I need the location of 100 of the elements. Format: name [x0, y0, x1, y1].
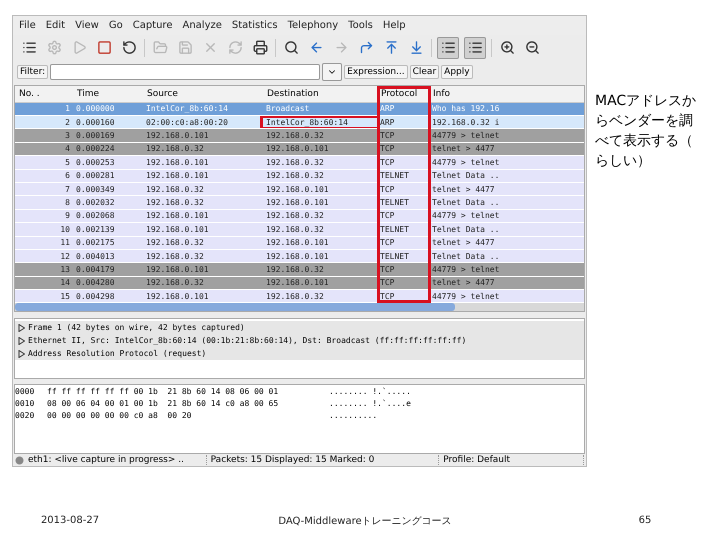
table-cell-text: 0.000349 — [75, 184, 116, 194]
menu-item[interactable]: View — [75, 20, 99, 31]
hex-offset: 0020 — [15, 411, 36, 422]
detail-text: Address Resolution Protocol (request) — [28, 349, 206, 358]
table-cell-text: 44779 > telnet — [431, 158, 500, 167]
filter-field[interactable] — [50, 64, 320, 80]
packet-row[interactable]: 14 0.004280 192.168.0.32 192.168.0.101 TCP telnet > 4477 — [15, 276, 584, 290]
page-number: 65 — [638, 515, 652, 526]
menu-item[interactable]: Tools — [348, 20, 373, 31]
detail-row[interactable]: Address Resolution Protocol (request) — [15, 347, 584, 360]
menu-item[interactable]: File — [19, 20, 36, 31]
table-cell-text: telnet > 4477 — [431, 238, 496, 248]
play-icon — [72, 40, 86, 56]
table-cell-text: TCP — [379, 278, 396, 288]
packet-row[interactable]: 7 0.000349 192.168.0.32 192.168.0.101 TCP telnet > 4477 — [15, 182, 584, 196]
table-cell-text: Telnet Data .. — [431, 224, 500, 234]
column-header[interactable]: Protocol — [377, 86, 429, 102]
table-cell-text: 0.002139 — [75, 224, 116, 234]
table-cell-text: TELNET — [379, 252, 410, 261]
menu-item[interactable]: Telephony — [288, 20, 338, 31]
table-cell-text: 0.000224 — [75, 144, 116, 154]
packet-row[interactable]: 12 0.004013 192.168.0.32 192.168.0.101 TELNET Telnet Data .. — [15, 250, 584, 264]
table-cell-text: 192.168.0.101 — [145, 292, 210, 301]
hex-bytes: 00 00 00 00 00 00 c0 a8 00 20 — [47, 411, 192, 422]
list-icon — [22, 40, 36, 56]
packet-row[interactable]: 4 0.000224 192.168.0.32 192.168.0.101 TCP telnet > 4477 — [15, 142, 584, 156]
table-cell-text: 0.004179 — [75, 265, 116, 274]
filter-button[interactable]: Clear — [410, 64, 440, 79]
menu-item[interactable]: Edit — [46, 20, 66, 31]
detail-row[interactable]: Frame 1 (42 bytes on wire, 42 bytes captured) — [15, 321, 584, 334]
list-icon — [468, 40, 482, 56]
table-cell-text: 192.168.0.32 — [145, 252, 205, 261]
table-cell-text: 192.168.0.32 i — [431, 118, 500, 127]
table-cell-text: 15 — [59, 292, 71, 301]
packet-row[interactable]: 10 0.002139 192.168.0.101 192.168.0.32 TELNET Telnet Data .. — [15, 223, 584, 237]
table-cell-text: TCP — [379, 238, 396, 248]
table-cell-text: 192.168.0.32 — [265, 265, 325, 274]
table-cell-text: 192.168.0.32 — [265, 158, 325, 167]
filter-label: Filter: — [17, 64, 48, 79]
table-cell-text: Telnet Data .. — [431, 198, 500, 208]
column-header[interactable]: Destination — [263, 86, 377, 102]
dropdown-button[interactable] — [322, 62, 342, 81]
packet-row[interactable]: 9 0.002068 192.168.0.101 192.168.0.32 TCP 44779 > telnet — [15, 210, 584, 224]
filter-button[interactable]: Expression... — [344, 64, 408, 79]
table-cell-text: 0.000281 — [75, 171, 116, 180]
table-cell-text: 0.002032 — [75, 198, 116, 208]
packet-row[interactable]: 5 0.000253 192.168.0.101 192.168.0.32 TCP 44779 > telnet — [15, 156, 584, 170]
hex-bytes: ff ff ff ff ff ff 00 1b 21 8b 60 14 08 06 00 01 — [47, 387, 280, 398]
detail-row[interactable]: Ethernet II, Src: IntelCor_8b:60:14 (00:1b:21:8b:60:14), Dst: Broadcast (ff:ff:ff:ff:ff:ff) — [15, 334, 584, 348]
stop-icon — [96, 40, 112, 56]
note-text: MACアドレスか らベンダーを調 べて表示する（ らしい） — [595, 92, 696, 171]
table-cell-text: 4 — [64, 144, 71, 154]
menu-item[interactable]: Analyze — [182, 20, 222, 31]
column-header[interactable]: No. . — [15, 86, 73, 102]
ascii-text: ........ !.`....e — [329, 399, 412, 410]
restart-icon — [122, 40, 136, 56]
column-header[interactable]: Time — [73, 86, 143, 102]
column-header[interactable]: Source — [143, 86, 263, 102]
right-arrow-icon — [334, 40, 348, 56]
table-cell-text: TCP — [379, 144, 396, 154]
packet-row[interactable]: 3 0.000169 192.168.0.101 192.168.0.32 TCP 44779 > telnet — [15, 129, 584, 143]
printer-icon — [252, 40, 268, 56]
table-cell-text: 7 — [64, 184, 71, 194]
table-cell-text: 0.004013 — [75, 252, 116, 261]
packet-row[interactable]: 11 0.002175 192.168.0.32 192.168.0.101 TCP telnet > 4477 — [15, 236, 584, 250]
filter-button[interactable]: Apply — [441, 64, 473, 79]
table-cell-text: 44779 > telnet — [431, 131, 500, 140]
table-cell-text: Broadcast — [265, 104, 310, 114]
toolbar-button[interactable] — [464, 36, 486, 59]
status-icon — [15, 456, 24, 465]
table-cell-text: TCP — [379, 211, 396, 220]
menu-item[interactable]: Help — [382, 20, 406, 31]
table-cell-text: 192.168.0.32 — [145, 238, 205, 248]
table-cell-text: 192.168.0.32 — [265, 292, 325, 301]
toolbar-button[interactable] — [437, 36, 459, 59]
packet-row[interactable]: 6 0.000281 192.168.0.101 192.168.0.32 TELNET Telnet Data .. — [15, 170, 584, 183]
menu-item[interactable]: Statistics — [232, 20, 278, 31]
table-cell-text: TELNET — [379, 198, 410, 208]
bottom-arrow-icon — [408, 40, 424, 56]
table-cell-text: 1 — [64, 104, 71, 114]
column-header[interactable]: Info — [429, 86, 584, 102]
table-cell-text: Telnet Data .. — [431, 252, 500, 261]
reload-icon — [228, 40, 242, 56]
table-cell-text: 3 — [64, 131, 71, 140]
detail-text: Ethernet II, Src: IntelCor_8b:60:14 (00:1b:21:8b:60:14), Dst: Broadcast (ff:ff:ff:ff:ff:ff) — [28, 336, 466, 346]
table-cell-text: TCP — [379, 158, 396, 167]
table-cell-text: 44779 > telnet — [431, 265, 500, 274]
scrollbar[interactable] — [15, 303, 584, 312]
packet-row[interactable]: 15 0.004298 192.168.0.101 192.168.0.32 TCP 44779 > telnet — [15, 290, 584, 304]
hex-bytes: 08 00 06 04 00 01 00 1b 21 8b 60 14 c0 a8 00 65 — [47, 399, 280, 410]
table-cell-text: telnet > 4477 — [431, 184, 496, 194]
table-cell-text: telnet > 4477 — [431, 278, 496, 288]
hex-offset: 0000 — [15, 387, 36, 398]
packet-row[interactable]: 2 0.000160 02:00:c0:a8:00:20 IntelCor_8b:60:14 ARP 192.168.0.32 i — [15, 116, 584, 130]
table-cell-text: TELNET — [379, 224, 410, 234]
menu-item[interactable]: Go — [108, 20, 123, 31]
packet-row[interactable]: 13 0.004179 192.168.0.101 192.168.0.32 TCP 44779 > telnet — [15, 263, 584, 277]
menu-item[interactable]: Capture — [132, 20, 172, 31]
packet-row[interactable]: 8 0.002032 192.168.0.32 192.168.0.101 TELNET Telnet Data .. — [15, 196, 584, 210]
table-cell-text: TELNET — [379, 171, 410, 180]
